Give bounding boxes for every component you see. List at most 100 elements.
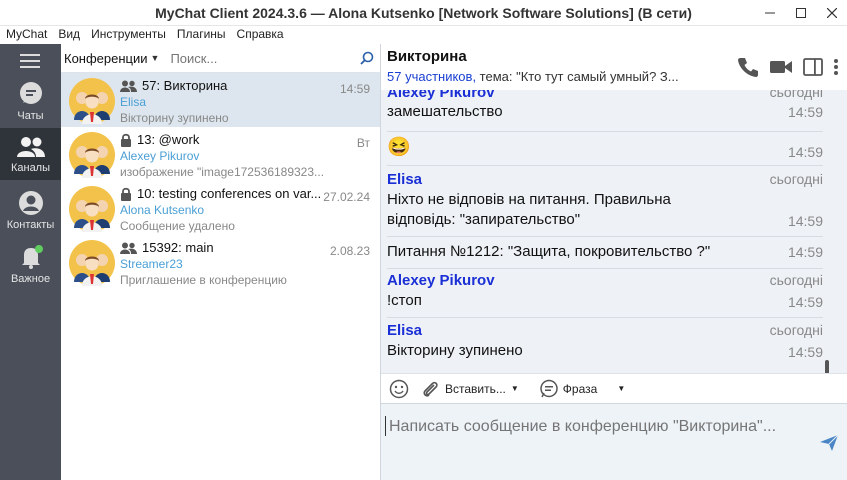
maximize-icon[interactable] xyxy=(785,0,816,26)
chevron-down-icon: ▼ xyxy=(510,384,519,393)
message-author[interactable]: Elisa xyxy=(387,171,825,188)
group-avatar xyxy=(69,240,115,286)
message: Alexey Pikurov сьогодні !стоп 14:59 xyxy=(387,272,825,311)
members-link[interactable]: 57 участников, xyxy=(387,69,476,84)
emoji-button[interactable] xyxy=(389,379,409,399)
group-avatar xyxy=(69,186,115,232)
chat-title: Викторина xyxy=(387,48,467,65)
chevron-down-icon: ▼ xyxy=(150,53,160,63)
group-icon xyxy=(120,80,137,92)
nav-chats-label: Чаты xyxy=(17,110,44,122)
conversation-preview: Сообщение удалено xyxy=(120,219,235,233)
text-caret xyxy=(385,416,386,436)
more-options-icon[interactable] xyxy=(833,58,839,79)
composer-toolbar: Вставить... ▼ Фраза ▼ xyxy=(381,373,847,403)
left-nav: Чаты Каналы Контакты Важное xyxy=(0,44,61,480)
message-divider xyxy=(387,165,823,166)
lock-icon xyxy=(120,133,132,147)
nav-important[interactable]: Важное xyxy=(0,237,61,289)
menu-help[interactable]: Справка xyxy=(237,27,284,41)
conversation-time: 27.02.24 xyxy=(323,190,370,204)
conversation-item[interactable]: 57: Викторина 14:59 Elisa Вікторину зупи… xyxy=(61,73,380,127)
group-icon xyxy=(16,137,45,157)
conversation-last-user: Streamer23 xyxy=(120,257,183,271)
speech-bubble-icon xyxy=(540,379,558,397)
group-icon xyxy=(120,242,137,254)
message-time: 14:59 xyxy=(787,244,823,260)
conversation-item[interactable]: 13: @work Вт Alexey Pikurov изображение … xyxy=(61,127,380,181)
message-list: Alexey Pikurov сьогодні замешательство 1… xyxy=(381,90,833,374)
menu-tools[interactable]: Инструменты xyxy=(91,27,166,41)
message-author[interactable]: Elisa xyxy=(387,322,825,339)
message-input[interactable] xyxy=(389,418,809,436)
nav-contacts-label: Контакты xyxy=(6,219,55,231)
menu-bar: MyChat Вид Инструменты Плагины Справка xyxy=(0,24,847,44)
title-bar: MyChat Client 2024.3.6 — Alona Kutsenko … xyxy=(0,0,847,26)
nav-contacts[interactable]: Контакты xyxy=(0,183,61,235)
video-camera-icon[interactable] xyxy=(769,58,793,79)
phrase-label: Фраза xyxy=(562,381,598,396)
message: Питання №1212: "Защита, покровительство … xyxy=(387,242,825,262)
menu-plugins[interactable]: Плагины xyxy=(177,27,226,41)
send-icon[interactable] xyxy=(819,434,839,455)
chevron-down-icon: ▼ xyxy=(617,384,626,393)
message-day: сьогодні xyxy=(769,90,823,100)
side-panel-icon[interactable] xyxy=(803,58,823,79)
message-time: 14:59 xyxy=(787,144,823,160)
close-icon[interactable] xyxy=(816,0,847,26)
message-day: сьогодні xyxy=(769,322,823,338)
nav-important-label: Важное xyxy=(10,273,51,285)
window-title: MyChat Client 2024.3.6 — Alona Kutsenko … xyxy=(155,5,692,21)
search-input[interactable] xyxy=(170,50,351,66)
conversation-list-panel: Конференции ▼ 57: Викторина 14:59 Elisa … xyxy=(61,44,381,480)
chat-topic: тема: "Кто тут самый умный? З... xyxy=(476,69,679,84)
menu-mychat[interactable]: MyChat xyxy=(6,27,47,41)
scrollbar-thumb[interactable] xyxy=(825,360,829,374)
smiley-icon xyxy=(389,379,409,398)
conversation-name: 57: Викторина xyxy=(120,78,320,93)
message-author[interactable]: Alexey Pikurov xyxy=(387,272,825,289)
conversation-item[interactable]: 15392: main 2.08.23 Streamer23 Приглашен… xyxy=(61,235,380,289)
message-time: 14:59 xyxy=(787,104,823,120)
insert-button[interactable]: Вставить... ▼ xyxy=(421,379,519,399)
phone-icon[interactable] xyxy=(737,56,759,81)
minimize-icon[interactable] xyxy=(754,0,785,26)
conversation-last-user: Alexey Pikurov xyxy=(120,149,200,163)
hamburger-menu-icon[interactable] xyxy=(20,54,40,68)
group-avatar xyxy=(69,132,115,178)
conversation-item[interactable]: 10: testing conferences on var... 27.02.… xyxy=(61,181,380,235)
message-text: !стоп xyxy=(387,292,422,309)
chat-bubble-icon xyxy=(19,82,42,104)
chat-header: Викторина 57 участников, тема: "Кто тут … xyxy=(381,44,847,90)
message-text: Питання №1212: "Защита, покровительство … xyxy=(387,243,711,260)
filter-bar: Конференции ▼ xyxy=(61,44,380,73)
conversation-name: 10: testing conferences on var... xyxy=(120,186,320,201)
phrase-button[interactable]: Фраза ▼ xyxy=(539,379,625,399)
message-divider xyxy=(387,317,823,318)
conversation-preview: Приглашение в конференцию xyxy=(120,273,287,287)
nav-channels-label: Каналы xyxy=(10,162,51,174)
chat-panel: Викторина 57 участников, тема: "Кто тут … xyxy=(381,44,847,480)
message-text: Ніхто не відповів на питання. Правильна … xyxy=(387,191,671,228)
message-time: 14:59 xyxy=(787,213,823,229)
paperclip-icon xyxy=(423,381,438,397)
menu-view[interactable]: Вид xyxy=(58,27,80,41)
message-text: Вікторину зупинено xyxy=(387,342,523,359)
message: Elisa сьогодні Ніхто не відповів на пита… xyxy=(387,171,825,230)
conversation-last-user: Elisa xyxy=(120,95,147,109)
message-text: замешательство xyxy=(387,103,503,120)
message-author[interactable]: Alexey Pikurov xyxy=(387,90,825,101)
conversation-last-user: Alona Kutsenko xyxy=(120,203,205,217)
insert-label: Вставить... xyxy=(445,381,506,396)
filter-label: Конференции xyxy=(64,50,148,66)
nav-channels[interactable]: Каналы xyxy=(0,128,61,180)
search-icon[interactable] xyxy=(360,51,374,68)
composer xyxy=(381,403,847,480)
conference-filter-dropdown[interactable]: Конференции ▼ xyxy=(64,51,159,66)
conversation-name: 15392: main xyxy=(120,240,320,255)
message-time: 14:59 xyxy=(787,294,823,310)
conversation-preview: изображение "image172536189323... xyxy=(120,165,325,179)
conversation-time: Вт xyxy=(356,136,370,150)
nav-chats[interactable]: Чаты xyxy=(0,74,61,126)
lock-icon xyxy=(120,187,132,201)
